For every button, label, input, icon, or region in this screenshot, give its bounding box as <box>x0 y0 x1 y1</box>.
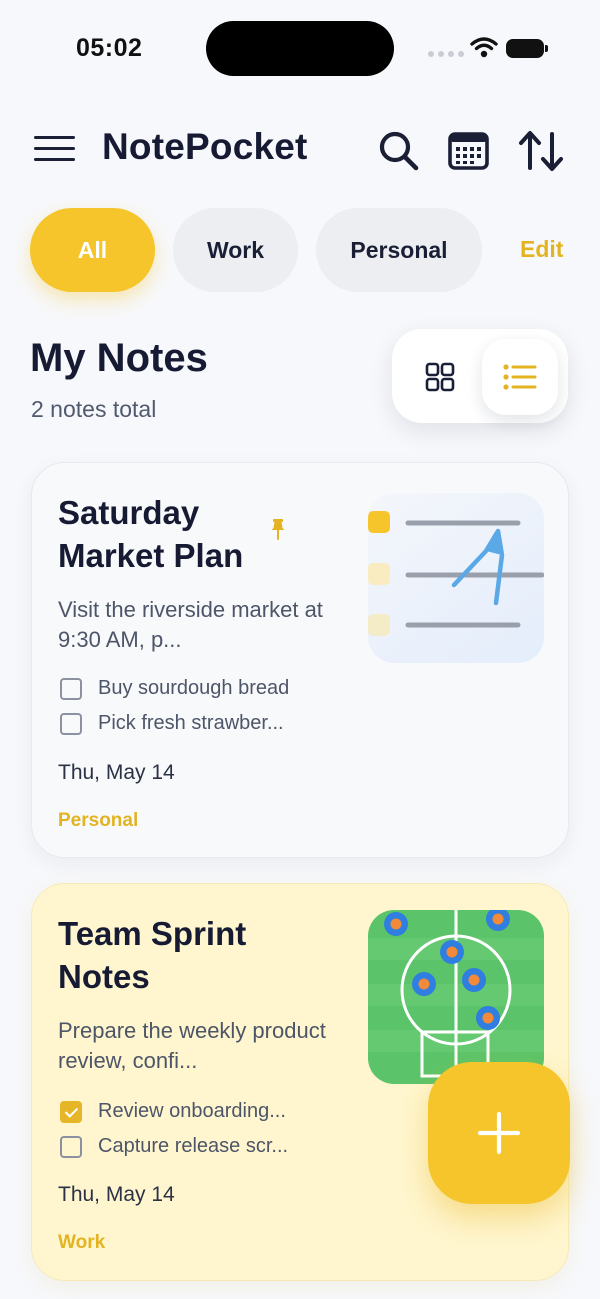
filter-chip-personal[interactable]: Personal <box>316 208 482 292</box>
checklist-sketch-thumbnail <box>368 493 544 663</box>
view-mode-toggle <box>392 329 568 423</box>
list-view-icon <box>503 364 537 390</box>
notes-count: 2 notes total <box>31 396 157 422</box>
menu-icon <box>34 136 75 139</box>
note-title: Team Sprint Notes <box>58 915 247 995</box>
status-bar: 05:02 <box>0 0 600 96</box>
app-title: NotePocket <box>102 126 308 167</box>
list-view-button[interactable] <box>482 339 558 415</box>
note-tag: Personal <box>58 810 139 831</box>
note-date: Thu, May 14 <box>58 761 175 784</box>
dynamic-island <box>206 21 394 76</box>
checklist-item-text: Capture release scr... <box>98 1135 289 1157</box>
checklist-item[interactable]: Pick fresh strawber... <box>60 712 284 735</box>
note-date: Thu, May 14 <box>58 1183 175 1206</box>
filter-chip-work[interactable]: Work <box>173 208 298 292</box>
note-preview: Visit the riverside market at 9:30 AM, p… <box>58 597 323 652</box>
menu-button[interactable] <box>34 136 76 162</box>
filter-chip-all[interactable]: All <box>30 208 155 292</box>
battery-icon <box>506 39 548 58</box>
sort-icon <box>519 131 563 171</box>
signal-icon <box>428 51 464 57</box>
calendar-button[interactable] <box>446 128 492 174</box>
status-icons <box>428 36 548 60</box>
section-title: My Notes <box>30 336 208 380</box>
checklist-item-text: Pick fresh strawber... <box>98 712 284 734</box>
search-icon <box>379 131 419 171</box>
grid-view-button[interactable] <box>402 339 478 415</box>
app-header: NotePocket <box>0 110 600 186</box>
checklist-item-text: Review onboarding... <box>98 1100 286 1122</box>
note-card[interactable]: Saturday Market Plan Visit the riverside… <box>31 462 569 858</box>
status-time: 05:02 <box>76 34 143 62</box>
wifi-icon <box>470 37 498 58</box>
grid-view-icon <box>425 362 455 392</box>
note-tag: Work <box>58 1232 106 1253</box>
checklist-item[interactable]: Review onboarding... <box>60 1100 286 1123</box>
calendar-icon <box>448 132 489 170</box>
pin-icon <box>271 519 285 540</box>
edit-filters-link[interactable]: Edit <box>520 236 563 263</box>
add-note-button[interactable] <box>428 1062 570 1204</box>
checkbox[interactable] <box>60 1135 82 1158</box>
checklist-item[interactable]: Buy sourdough bread <box>60 677 289 700</box>
sort-button[interactable] <box>516 128 563 174</box>
checkbox[interactable] <box>60 677 82 700</box>
soccer-field-thumbnail <box>368 910 544 1084</box>
plus-icon <box>477 1111 521 1155</box>
filter-chips: All Work Personal Edit <box>30 208 600 292</box>
checkbox[interactable] <box>60 1100 82 1123</box>
checklist-item[interactable]: Capture release scr... <box>60 1135 288 1158</box>
note-title: Saturday Market Plan <box>58 494 244 574</box>
checkbox[interactable] <box>60 712 82 735</box>
note-preview: Prepare the weekly product review, confi… <box>58 1018 326 1073</box>
search-button[interactable] <box>376 128 422 174</box>
checklist-item-text: Buy sourdough bread <box>98 677 290 699</box>
